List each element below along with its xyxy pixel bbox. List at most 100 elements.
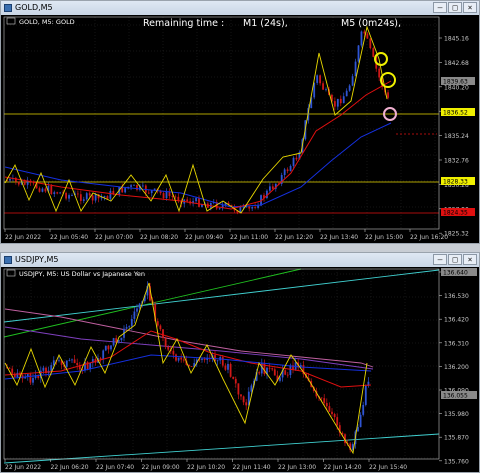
time-tick-label: 22 Jun 08:20 (140, 234, 178, 241)
close-button[interactable]: × (463, 2, 477, 13)
candle-body (42, 367, 45, 371)
usdjpy-window-title: USDJPY,M5 (15, 255, 59, 264)
price-marker-label: 1836.52 (443, 110, 468, 117)
candle-body (369, 38, 372, 49)
time-tick-label: 22 Jun 05:40 (50, 234, 88, 241)
candle-body (94, 194, 97, 201)
candle-body (172, 350, 175, 355)
candle-body (128, 326, 131, 328)
chart-window-icon (4, 256, 12, 264)
candle-body (218, 208, 221, 210)
minimize-button[interactable]: – (433, 254, 447, 265)
candle-body (254, 207, 257, 208)
candle-body (182, 359, 185, 361)
price-tick-label: 136.310 (444, 340, 469, 347)
candle-body (133, 311, 136, 319)
candle-body (198, 198, 200, 207)
candle-body (76, 193, 79, 195)
candle-body (333, 414, 336, 418)
candle-body (319, 75, 322, 84)
candle-body (221, 357, 224, 366)
gold-chart-window: GOLD,M5 – □ × 1845.161842.681840.201837.… (0, 0, 480, 244)
time-tick-label: 22 Jun 2022 (5, 234, 41, 241)
candle-body (79, 194, 82, 201)
candle-body (56, 192, 59, 194)
candle-body (325, 403, 328, 407)
candle-body (273, 369, 276, 376)
price-marker-label: 1828.33 (443, 179, 468, 186)
usdjpy-price-chart[interactable]: 136.640 136.530 136.420 136.310 136.200 136.0… (1, 267, 479, 472)
candle-body (258, 372, 261, 374)
usdjpy-chart-window: USDJPY,M5 – □ × 136.640136.530136.420136… (0, 252, 480, 473)
candle-body (8, 367, 11, 369)
candle-body (336, 417, 339, 426)
gold-window-titlebar[interactable]: GOLD,M5 – □ × (1, 1, 479, 15)
candle-body (232, 376, 235, 379)
usdjpy-window-titlebar[interactable]: USDJPY,M5 – □ × (1, 253, 479, 267)
candle-body (331, 411, 333, 415)
candle-body (323, 398, 326, 404)
candle-body (248, 206, 251, 209)
price-tick-label: 135.980 (444, 411, 469, 418)
candle-body (229, 363, 232, 377)
candle-body (162, 193, 165, 199)
candle-body (174, 196, 177, 198)
time-tick-label: 22 Jun 2022 (5, 464, 41, 471)
candle-body (279, 377, 281, 381)
candle-body (295, 157, 298, 160)
candle-body (125, 327, 128, 329)
maximize-button[interactable]: □ (448, 2, 462, 13)
candle-body (245, 402, 248, 406)
candle-body (162, 329, 164, 339)
candle-body (50, 185, 53, 194)
candle-body (250, 385, 253, 392)
gold-chart-canvas[interactable]: 1845.161842.681840.201837.721835.241832.… (1, 15, 479, 243)
time-tick-label: 22 Jun 07:40 (96, 464, 134, 471)
candle-body (364, 385, 367, 405)
gold-price-chart[interactable]: 1845.161842.681840.201837.721835.241832.… (1, 15, 479, 243)
price-marker-label: 136.055 (443, 393, 468, 400)
candle-body (44, 188, 47, 192)
candle-body (283, 169, 286, 175)
candle-body (133, 184, 135, 186)
candle-body (359, 414, 362, 428)
candle-body (71, 195, 73, 196)
candle-body (156, 321, 159, 326)
candle-body (251, 207, 254, 209)
maximize-button[interactable]: □ (448, 254, 462, 265)
price-marker-label: 1824.35 (443, 210, 468, 217)
usdjpy-chart-canvas[interactable]: 136.640 136.530 136.420 136.310 136.200 136.0… (1, 267, 479, 472)
candle-body (366, 33, 369, 39)
candle-body (141, 185, 144, 187)
candle-body (32, 378, 34, 383)
price-tick-label: 1845.16 (444, 36, 469, 43)
candle-body (150, 190, 153, 194)
candle-body (372, 48, 375, 57)
candle-body (268, 186, 271, 191)
candle-body (130, 318, 133, 327)
candle-body (177, 357, 180, 361)
candle-body (348, 85, 351, 91)
time-tick-label: 22 Jun 09:40 (185, 234, 223, 241)
candle-body (85, 193, 88, 200)
candle-body (242, 206, 245, 208)
candle-body (107, 345, 110, 350)
price-tick-label: 1835.24 (444, 133, 469, 140)
close-button[interactable]: × (463, 254, 477, 265)
candle-body (328, 406, 331, 412)
candle-body (53, 192, 56, 194)
candle-body (345, 90, 348, 97)
candle-body (351, 76, 354, 86)
candle-body (138, 303, 141, 309)
candle-body (68, 195, 70, 199)
time-tick-label: 22 Jun 13:00 (278, 464, 316, 471)
time-tick-label: 22 Jun 07:00 (95, 234, 133, 241)
candle-body (11, 368, 14, 374)
zigzag-indicator (4, 25, 388, 214)
candle-body (130, 185, 132, 187)
candle-body (82, 199, 85, 201)
candle-body (109, 190, 112, 199)
minimize-button[interactable]: – (433, 2, 447, 13)
candle-body (106, 196, 109, 199)
candle-body (171, 196, 174, 197)
